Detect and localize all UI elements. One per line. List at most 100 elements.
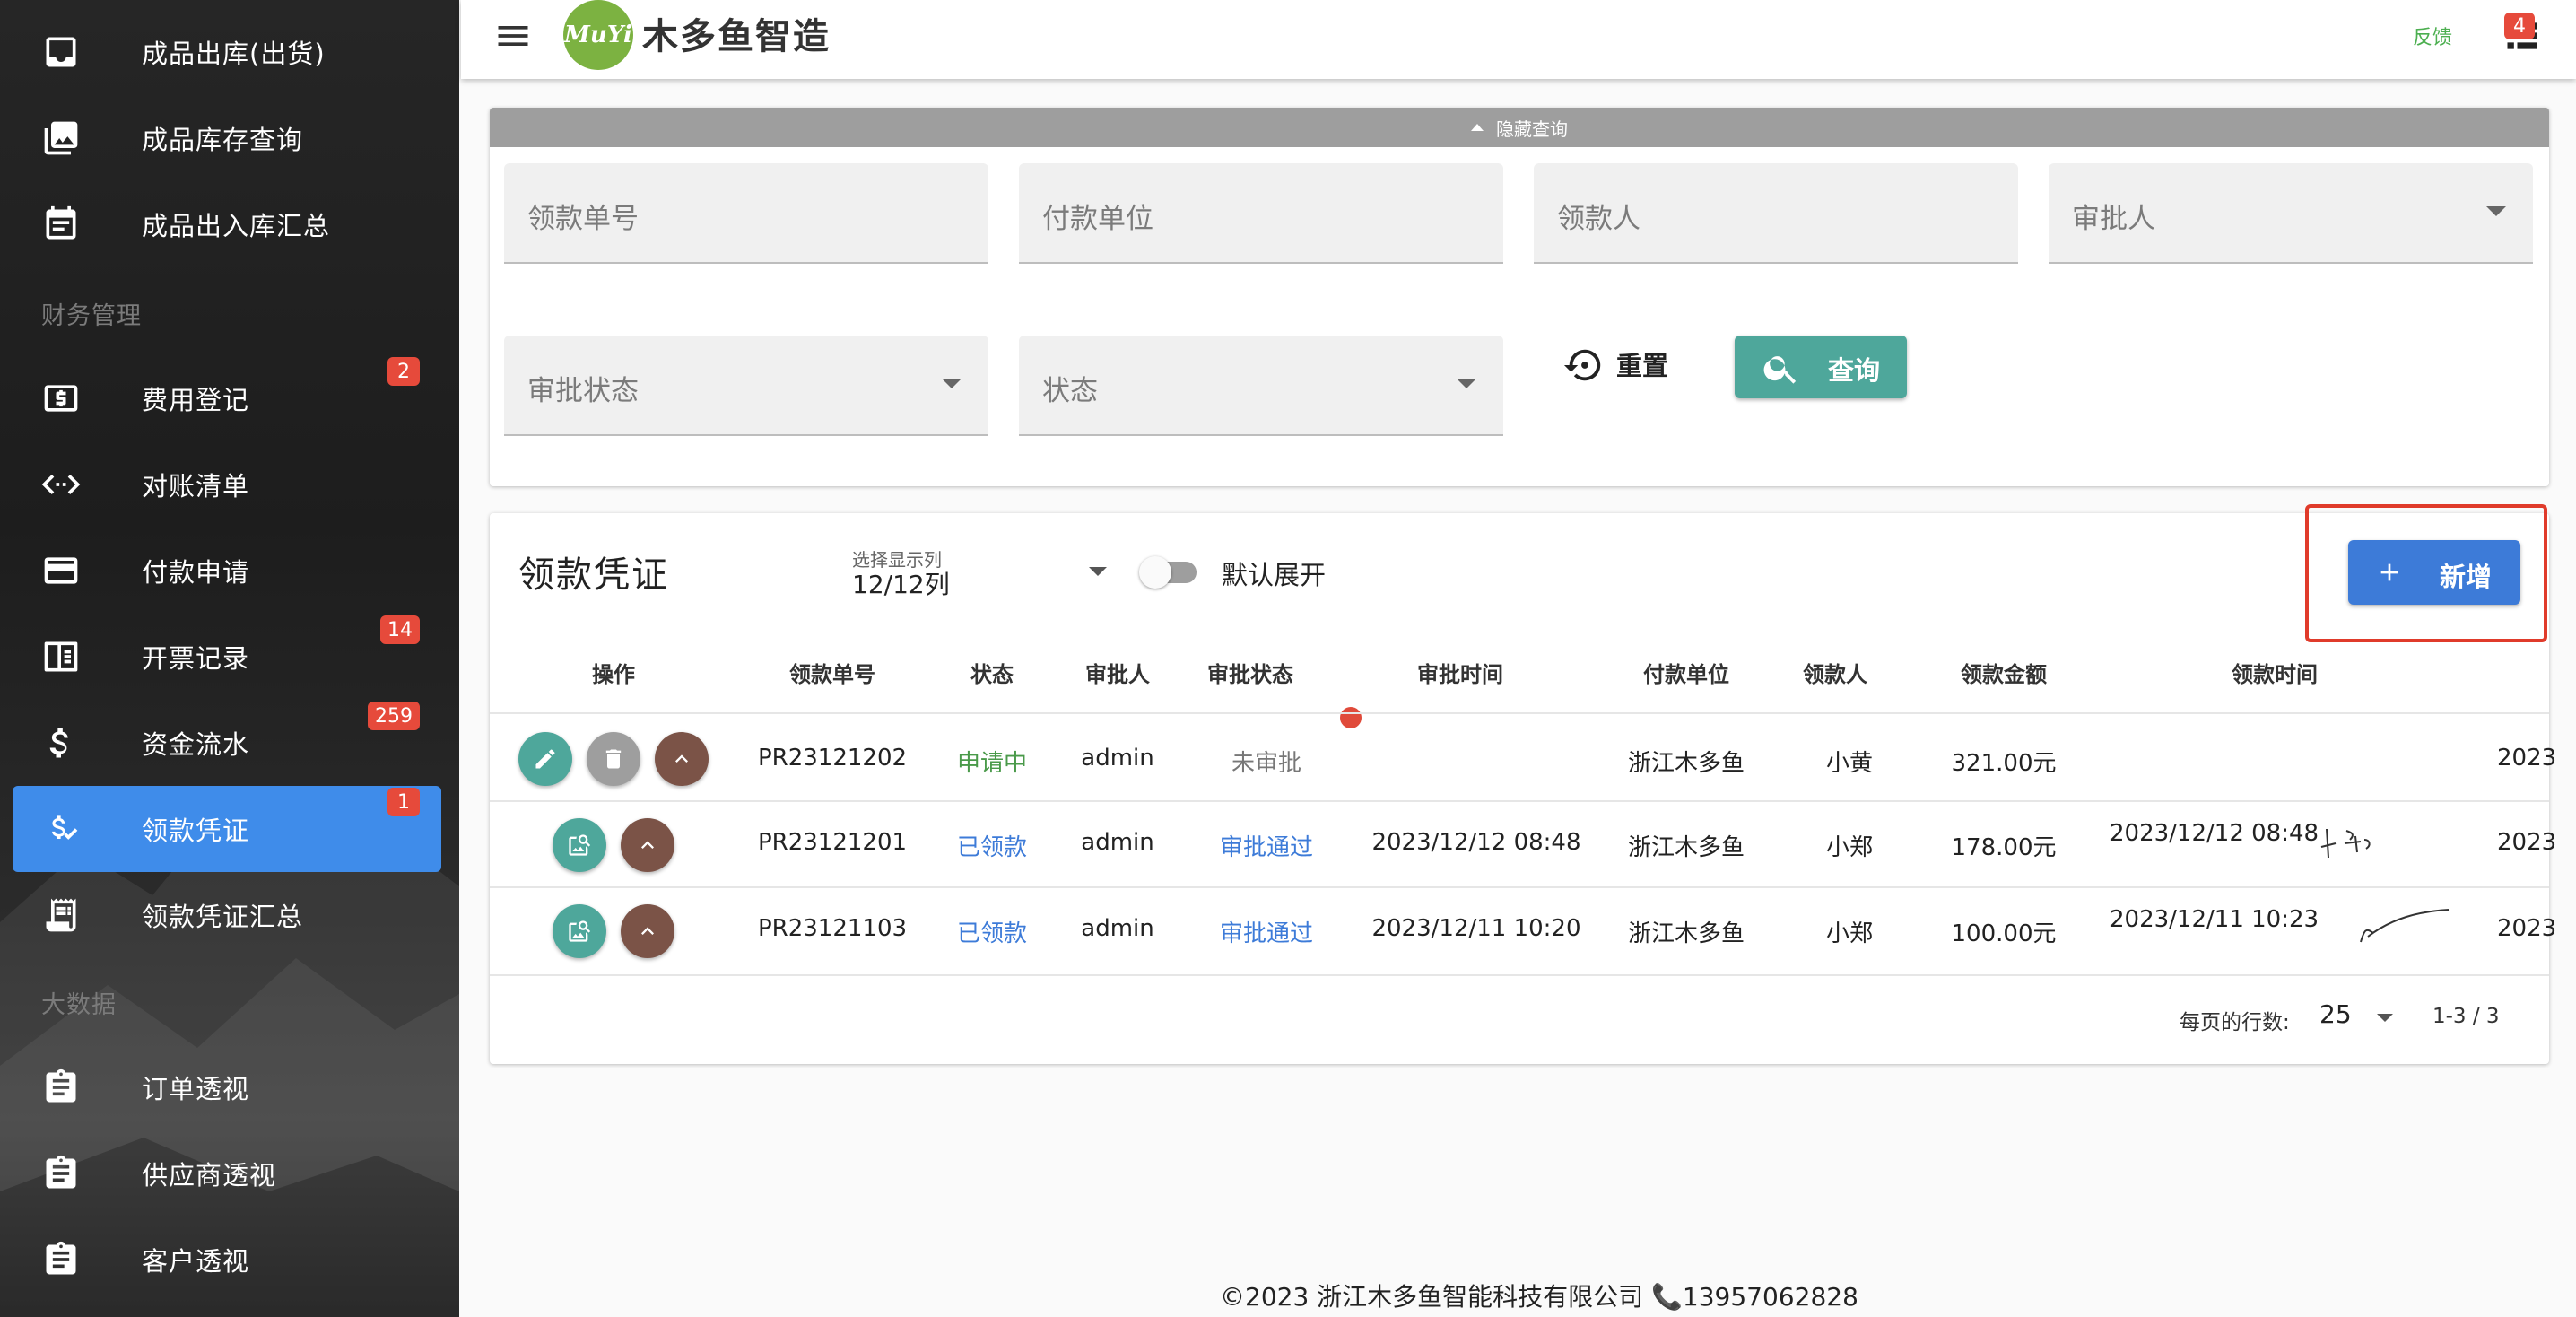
approval-status-placeholder: 审批状态 — [527, 375, 639, 407]
expand-button[interactable] — [621, 818, 674, 872]
payee-field[interactable]: 领款人 — [1534, 163, 2018, 264]
dropdown-arrow-icon[interactable] — [1089, 567, 1107, 576]
section-bigdata: 大数据 — [41, 991, 117, 1019]
payer-cell: 浙江木多鱼 — [1627, 834, 1745, 861]
sidebar-item-label: 成品出入库汇总 — [142, 211, 331, 241]
approver-select[interactable]: 审批人 — [2049, 163, 2533, 264]
expand-button[interactable] — [621, 904, 674, 958]
voucher-no-cell: PR23121202 — [757, 745, 908, 772]
count-badge: 1 — [387, 788, 420, 816]
menu-icon[interactable] — [493, 16, 533, 56]
claim-time-cell: 2023/12/11 10:23 — [2110, 906, 2319, 933]
sidebar-item-finished-goods-outbound[interactable]: 成品出库(出货) — [13, 9, 441, 95]
add-button[interactable]: 新增 — [2348, 540, 2520, 605]
column-header-approval-status[interactable]: 审批状态 — [1207, 657, 1293, 688]
sidebar-item-label: 开票记录 — [142, 643, 250, 674]
edit-button[interactable] — [518, 732, 572, 786]
dollar-icon — [49, 728, 68, 758]
sidebar-item-fund-flow[interactable]: 资金流水 259 — [13, 700, 441, 786]
amount-cell: 321.00元 — [1951, 750, 2057, 777]
sidebar-item-label: 对账清单 — [142, 471, 250, 502]
status-cell: 已领款 — [956, 920, 1028, 947]
chevron-up-icon — [641, 927, 654, 935]
view-button[interactable] — [553, 904, 606, 958]
rows-per-page-select[interactable]: 25 — [2319, 999, 2352, 1029]
dollar-box-icon — [44, 385, 78, 412]
dropdown-arrow-icon — [1457, 379, 1476, 388]
approval-status-select[interactable]: 审批状态 — [504, 336, 988, 436]
receipt-long-icon — [46, 898, 76, 932]
row-divider — [490, 800, 2549, 802]
add-label: 新增 — [2440, 562, 2493, 592]
sidebar-item-payment-voucher[interactable]: 领款凭证 1 — [13, 786, 441, 872]
sidebar-item-label: 领款凭证 — [142, 815, 250, 846]
delete-button[interactable] — [587, 732, 640, 786]
voucher-no-field[interactable]: 领款单号 — [504, 163, 988, 264]
column-header-amount[interactable]: 领款金额 — [1961, 657, 2047, 688]
column-header-approval-time[interactable]: 审批时间 — [1417, 657, 1503, 688]
dropdown-arrow-icon — [2486, 206, 2506, 216]
extra-cell: 2023 — [2497, 745, 2557, 772]
app-logo[interactable]: MuYi — [563, 0, 633, 70]
notification-button[interactable]: 4 — [2502, 13, 2546, 59]
sidebar: 成品出库(出货) 成品库存查询 成品出入库汇总 财务管理 费用登记 2 对账清单… — [0, 0, 459, 1317]
trash-icon — [605, 749, 622, 769]
status-select[interactable]: 状态 — [1019, 336, 1503, 436]
image-search-icon — [569, 920, 591, 942]
search-icon — [1763, 356, 1797, 384]
payee-cell: 小黄 — [1825, 750, 1874, 777]
rows-per-page-label: 每页的行数: — [2180, 1011, 2290, 1034]
hide-query-label: 隐藏查询 — [1496, 118, 1568, 140]
sidebar-item-label: 费用登记 — [142, 385, 250, 415]
sidebar-item-supplier-pivot[interactable]: 供应商透视 — [13, 1130, 441, 1217]
sidebar-item-finished-goods-summary[interactable]: 成品出入库汇总 — [13, 181, 441, 267]
photo-library-icon — [44, 121, 78, 155]
clipboard-icon — [46, 1155, 76, 1189]
section-finance: 财务管理 — [41, 302, 142, 330]
column-select[interactable]: 12/12列 — [852, 565, 950, 601]
expand-button[interactable] — [655, 732, 709, 786]
search-button[interactable]: 查询 — [1735, 336, 1907, 398]
status-placeholder: 状态 — [1042, 375, 1098, 407]
column-header-status[interactable]: 状态 — [970, 657, 1014, 688]
reset-label: 重置 — [1616, 351, 1669, 381]
chevron-up-icon — [641, 841, 654, 849]
approval-status-cell: 审批通过 — [1219, 834, 1314, 861]
count-badge: 259 — [368, 702, 420, 730]
sidebar-item-reconciliation[interactable]: 对账清单 — [13, 441, 441, 528]
view-button[interactable] — [553, 818, 606, 872]
dollar-check-icon — [52, 815, 78, 840]
header-divider — [490, 712, 2549, 714]
sidebar-item-order-pivot[interactable]: 订单透视 — [13, 1044, 441, 1130]
sidebar-item-label: 供应商透视 — [142, 1160, 277, 1191]
count-badge: 14 — [380, 615, 420, 644]
clipboard-icon — [46, 1068, 76, 1103]
sidebar-item-voucher-summary[interactable]: 领款凭证汇总 — [13, 872, 441, 958]
dropdown-arrow-icon[interactable] — [2377, 1014, 2393, 1022]
app-title: 木多鱼智造 — [642, 16, 831, 57]
default-expand-toggle[interactable] — [1139, 554, 1197, 589]
column-header-payer[interactable]: 付款单位 — [1643, 657, 1729, 688]
sidebar-item-label: 订单透视 — [142, 1074, 250, 1104]
sidebar-item-expense-register[interactable]: 费用登记 2 — [13, 355, 441, 441]
column-header-approver[interactable]: 审批人 — [1085, 657, 1150, 688]
hide-query-toggle[interactable]: 隐藏查询 — [490, 108, 2549, 147]
sidebar-item-invoice-records[interactable]: 开票记录 14 — [13, 614, 441, 700]
column-header-voucher-no[interactable]: 领款单号 — [789, 657, 875, 688]
voucher-no-placeholder: 领款单号 — [527, 203, 639, 235]
sidebar-item-payment-request[interactable]: 付款申请 — [13, 528, 441, 614]
approval-status-cell: 未审批 — [1231, 750, 1302, 777]
reset-button[interactable]: 重置 — [1552, 328, 1704, 400]
sidebar-item-customer-pivot[interactable]: 客户透视 — [13, 1217, 441, 1303]
approver-cell: admin — [1081, 745, 1154, 772]
payer-field[interactable]: 付款单位 — [1019, 163, 1503, 264]
code-arrows-icon — [41, 475, 81, 494]
sidebar-item-finished-goods-stock[interactable]: 成品库存查询 — [13, 95, 441, 181]
feedback-link[interactable]: 反馈 — [2413, 22, 2452, 50]
voucher-no-cell: PR23121201 — [757, 829, 908, 856]
receipt-icon — [44, 641, 78, 672]
signature-image — [2320, 828, 2371, 859]
column-header-payee[interactable]: 领款人 — [1803, 657, 1867, 688]
column-header-claim-time[interactable]: 领款时间 — [2232, 657, 2318, 688]
sidebar-item-label: 付款申请 — [142, 557, 250, 588]
